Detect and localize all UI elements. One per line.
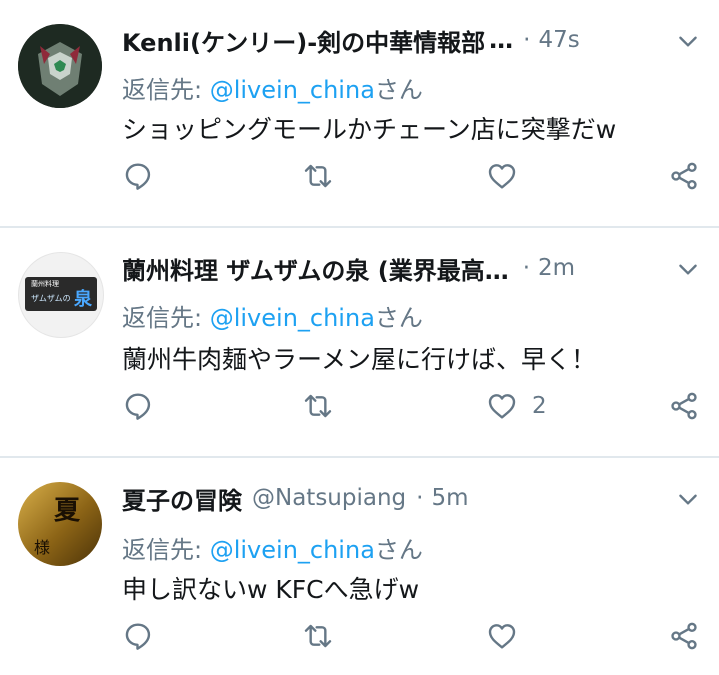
timestamp[interactable]: 2m <box>538 255 575 281</box>
reply-icon <box>125 393 151 420</box>
heart-icon <box>488 164 516 189</box>
reply-icon <box>125 163 151 190</box>
tweet-1[interactable]: Kenli(ケンリー)-剣の中華情報部 … · 47s 返信先: @livein… <box>0 0 719 226</box>
reply-button[interactable] <box>122 160 154 192</box>
avatar-sign-line2: ザムザムの <box>31 294 71 303</box>
reply-to-suffix: さん <box>374 76 423 104</box>
share-button[interactable] <box>668 620 700 652</box>
retweet-button[interactable] <box>302 160 334 192</box>
display-name[interactable]: 夏子の冒険 <box>122 481 242 516</box>
avatar-sign-big: 泉 <box>74 289 92 310</box>
tweet-actions <box>0 620 719 660</box>
like-button[interactable] <box>486 160 532 192</box>
reply-mention-link[interactable]: @livein_china <box>210 536 375 564</box>
user-handle[interactable]: @Natsupiang <box>252 485 406 511</box>
avatar-char-1: 夏 <box>54 496 81 526</box>
tweet-actions <box>0 160 719 200</box>
reply-button[interactable] <box>122 620 154 652</box>
tweet-2[interactable]: 蘭州料理 ザムザムの 泉 蘭州料理 ザムザムの泉 (業界最高… · 2m 返信先… <box>0 228 719 456</box>
display-name[interactable]: 蘭州料理 ザムザムの泉 (業界最高… <box>122 251 509 286</box>
heart-icon <box>488 624 516 649</box>
tweet-text: 蘭州牛肉麺やラーメン屋に行けば、早く！ <box>122 345 597 374</box>
tweet-text: ショッピングモールかチェーン店に突撃だw <box>122 115 617 144</box>
share-icon <box>671 392 697 420</box>
separator-dot: · <box>523 27 531 53</box>
share-button[interactable] <box>668 390 700 422</box>
tweet-actions: 2 <box>0 390 719 430</box>
chevron-down-icon[interactable] <box>675 256 701 282</box>
like-button[interactable] <box>486 620 532 652</box>
share-button[interactable] <box>668 160 700 192</box>
reply-to-prefix: 返信先: <box>122 76 210 104</box>
retweet-button[interactable] <box>302 620 334 652</box>
name-ellipsis: … <box>489 26 514 54</box>
reply-to-suffix: さん <box>374 304 423 332</box>
share-icon <box>671 162 697 190</box>
reply-to-line: 返信先: @livein_chinaさん <box>122 530 423 565</box>
reply-to-prefix: 返信先: <box>122 536 210 564</box>
avatar[interactable]: 夏 様 <box>18 482 102 566</box>
like-count: 2 <box>532 393 547 419</box>
separator-dot: · <box>522 255 531 281</box>
chevron-down-icon[interactable] <box>675 28 701 54</box>
reply-to-line: 返信先: @livein_chinaさん <box>122 70 423 105</box>
separator-dot: · <box>416 485 424 511</box>
reply-icon <box>125 623 151 650</box>
avatar-sign-line1: 蘭州料理 <box>31 280 59 288</box>
retweet-button[interactable] <box>302 390 334 422</box>
timestamp[interactable]: 5m <box>431 485 468 511</box>
reply-mention-link[interactable]: @livein_china <box>210 76 375 104</box>
tweet-3[interactable]: 夏 様 夏子の冒険 @Natsupiang · 5m 返信先: @livein_… <box>0 458 719 675</box>
avatar-char-2: 様 <box>34 538 51 557</box>
reply-to-prefix: 返信先: <box>122 304 210 332</box>
avatar[interactable] <box>18 24 102 108</box>
timestamp[interactable]: 47s <box>538 27 579 53</box>
display-name[interactable]: Kenli(ケンリー)-剣の中華情報部 <box>122 23 485 58</box>
avatar[interactable]: 蘭州料理 ザムザムの 泉 <box>18 252 104 338</box>
reply-to-suffix: さん <box>374 536 423 564</box>
reply-to-line: 返信先: @livein_chinaさん <box>122 298 423 333</box>
chevron-down-icon[interactable] <box>675 486 701 512</box>
like-button[interactable]: 2 <box>486 390 547 422</box>
share-icon <box>671 622 697 650</box>
heart-icon <box>488 394 516 419</box>
reply-mention-link[interactable]: @livein_china <box>210 304 375 332</box>
reply-button[interactable] <box>122 390 154 422</box>
tweet-text: 申し訳ないw KFCへ急げw <box>122 575 420 604</box>
avatar-sign: 蘭州料理 ザムザムの 泉 <box>25 277 97 311</box>
retweet-icon <box>304 394 332 418</box>
retweet-icon <box>304 624 332 648</box>
retweet-icon <box>304 164 332 188</box>
